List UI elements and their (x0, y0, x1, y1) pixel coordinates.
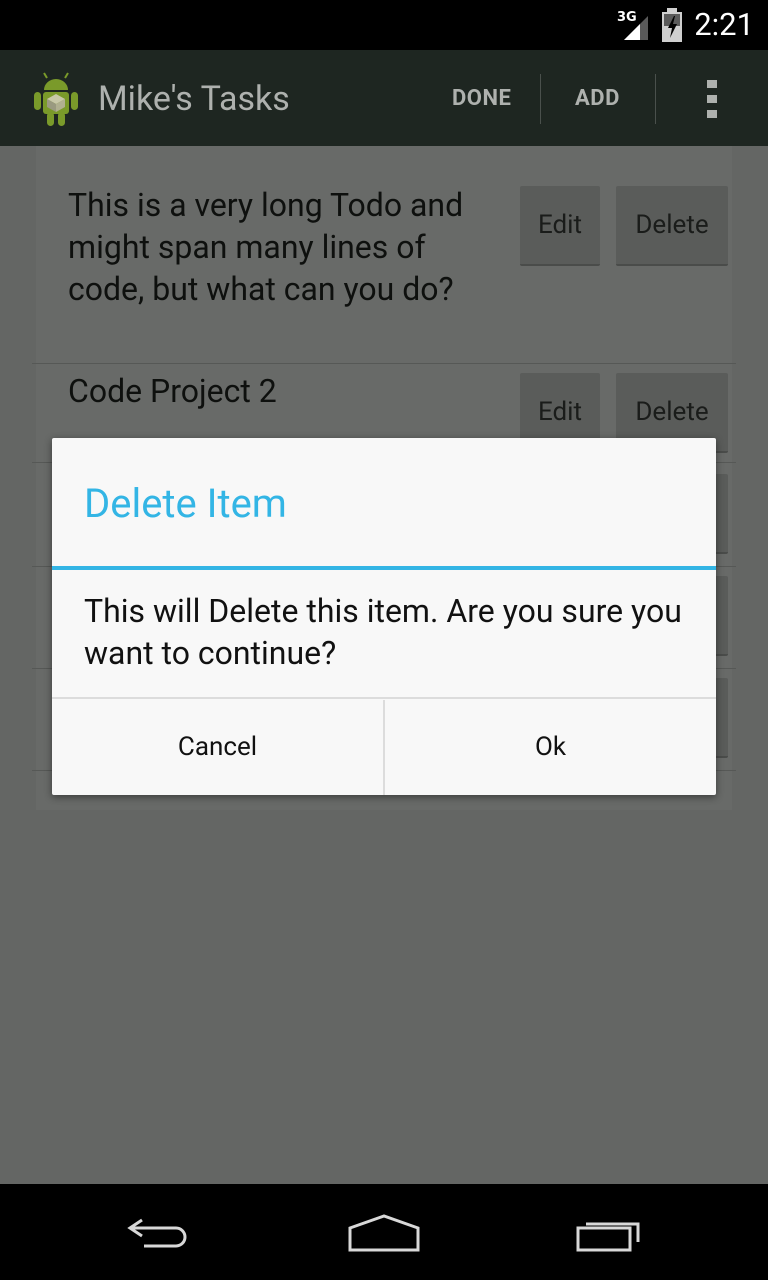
action-divider (540, 74, 541, 124)
signal-3g-icon: 3G (617, 10, 648, 40)
todo-text: Code Project 2 (68, 372, 277, 410)
android-icon (34, 72, 78, 126)
action-divider (655, 74, 656, 124)
row-divider (32, 363, 736, 364)
done-button[interactable]: DONE (452, 76, 511, 122)
back-icon[interactable] (120, 1206, 200, 1258)
dialog-title: Delete Item (84, 480, 287, 527)
delete-button[interactable]: Delete (616, 186, 728, 266)
overflow-menu-icon[interactable] (702, 78, 722, 120)
task-list-screen: This is a very long Todo and might span … (0, 146, 768, 1184)
ok-button[interactable]: Ok (385, 700, 716, 795)
clock: 2:21 (694, 6, 754, 43)
home-icon[interactable] (344, 1206, 424, 1258)
status-bar: 3G 2:21 (0, 0, 768, 50)
dialog-title-divider (52, 566, 716, 570)
battery-charging-icon (662, 8, 682, 42)
edit-button[interactable]: Edit (520, 186, 600, 266)
dialog-message: This will Delete this item. Are you sure… (84, 592, 682, 672)
dialog-button-divider (52, 697, 716, 699)
add-button[interactable]: ADD (575, 76, 620, 122)
delete-dialog: Delete Item This will Delete this item. … (52, 438, 716, 795)
recents-icon[interactable] (570, 1206, 650, 1258)
navigation-bar (0, 1184, 768, 1280)
svg-text:3G: 3G (617, 10, 637, 25)
todo-text: This is a very long Todo and might span … (68, 186, 464, 308)
action-bar: Mike's Tasks DONE ADD (0, 50, 768, 146)
cancel-button[interactable]: Cancel (52, 700, 383, 795)
app-title: Mike's Tasks (98, 79, 290, 119)
